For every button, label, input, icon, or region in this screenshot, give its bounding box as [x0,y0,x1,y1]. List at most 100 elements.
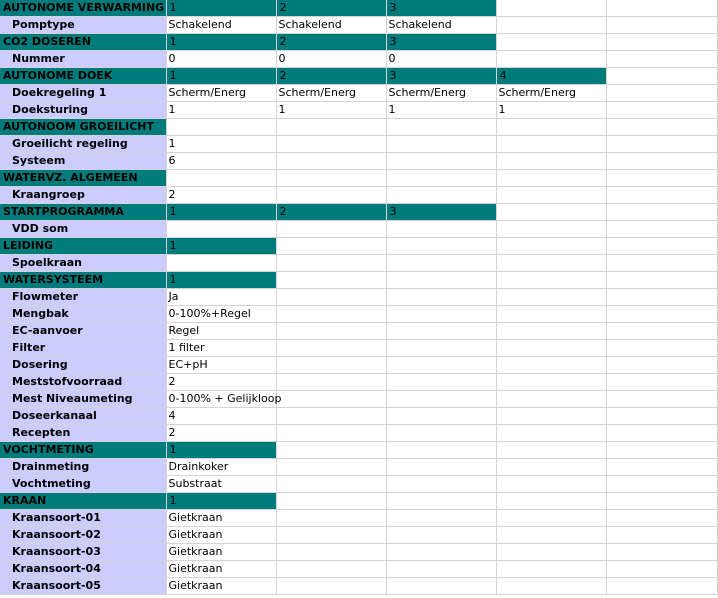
row-label[interactable]: Dosering [0,356,167,374]
empty-cell[interactable] [496,118,607,136]
empty-cell[interactable] [386,186,497,204]
empty-cell[interactable] [276,509,387,527]
empty-cell[interactable] [386,441,497,459]
section-index-cell[interactable]: 2 [276,67,387,85]
row-label[interactable]: EC-aanvoer [0,322,167,340]
empty-cell[interactable] [496,458,607,476]
empty-cell[interactable] [496,560,607,578]
value-cell[interactable]: 1 filter [166,339,277,357]
empty-cell[interactable] [276,458,387,476]
section-title[interactable]: STARTPROGRAMMA [0,203,167,221]
empty-cell[interactable] [606,186,718,204]
value-cell[interactable]: EC+pH [166,356,277,374]
empty-cell[interactable] [276,543,387,561]
empty-cell[interactable] [386,560,497,578]
value-cell[interactable]: 1 [166,135,277,153]
row-label[interactable]: Mest Niveaumeting [0,390,167,408]
row-label[interactable]: Filter [0,339,167,357]
empty-cell[interactable] [606,101,718,119]
empty-cell[interactable] [496,186,607,204]
empty-cell[interactable] [606,67,718,85]
empty-cell[interactable] [606,271,718,289]
empty-cell[interactable] [606,305,718,323]
row-label[interactable]: Doseerkanaal [0,407,167,425]
value-cell[interactable]: 1 [166,101,277,119]
empty-cell[interactable] [386,152,497,170]
empty-cell[interactable] [276,288,387,306]
empty-cell[interactable] [276,339,387,357]
empty-cell[interactable] [496,33,607,51]
empty-cell[interactable] [386,169,497,187]
value-cell[interactable]: 4 [166,407,277,425]
row-label[interactable]: Spoelkraan [0,254,167,272]
empty-cell[interactable] [496,526,607,544]
section-title[interactable]: LEIDING [0,237,167,255]
empty-cell[interactable] [496,305,607,323]
row-label[interactable]: Mengbak [0,305,167,323]
empty-cell[interactable] [386,492,497,510]
empty-cell[interactable] [276,186,387,204]
empty-cell[interactable] [606,322,718,340]
empty-cell[interactable] [166,118,277,136]
empty-cell[interactable] [386,220,497,238]
empty-cell[interactable] [606,220,718,238]
empty-cell[interactable] [276,152,387,170]
empty-cell[interactable] [606,543,718,561]
empty-cell[interactable] [276,118,387,136]
empty-cell[interactable] [276,424,387,442]
value-cell[interactable]: 0-100%+Regel [166,305,277,323]
empty-cell[interactable] [606,50,718,68]
value-cell[interactable]: 2 [166,186,277,204]
value-cell[interactable]: Ja [166,288,277,306]
empty-cell[interactable] [496,16,607,34]
empty-cell[interactable] [276,305,387,323]
empty-cell[interactable] [606,458,718,476]
empty-cell[interactable] [496,288,607,306]
empty-cell[interactable] [496,220,607,238]
section-title[interactable]: AUTONOME DOEK [0,67,167,85]
empty-cell[interactable] [386,322,497,340]
row-label[interactable]: Nummer [0,50,167,68]
row-label[interactable]: Kraansoort-04 [0,560,167,578]
empty-cell[interactable] [276,560,387,578]
empty-cell[interactable] [386,237,497,255]
section-index-cell[interactable]: 4 [496,67,607,85]
empty-cell[interactable] [276,441,387,459]
empty-cell[interactable] [386,509,497,527]
value-cell[interactable]: Schakelend [166,16,277,34]
empty-cell[interactable] [606,169,718,187]
section-index-cell[interactable]: 1 [166,492,277,510]
empty-cell[interactable] [496,152,607,170]
empty-cell[interactable] [496,424,607,442]
empty-cell[interactable] [276,169,387,187]
section-index-cell[interactable]: 1 [166,271,277,289]
section-index-cell[interactable]: 3 [386,67,497,85]
empty-cell[interactable] [386,526,497,544]
value-cell[interactable]: Gietkraan [166,543,277,561]
value-cell[interactable]: Gietkraan [166,560,277,578]
value-cell[interactable]: 0 [166,50,277,68]
empty-cell[interactable] [386,373,497,391]
section-title[interactable]: CO2 DOSEREN [0,33,167,51]
row-label[interactable]: Meststofvoorraad [0,373,167,391]
row-label[interactable]: Pomptype [0,16,167,34]
value-cell[interactable]: Substraat [166,475,277,493]
value-cell[interactable]: Gietkraan [166,509,277,527]
empty-cell[interactable] [276,526,387,544]
empty-cell[interactable] [606,33,718,51]
empty-cell[interactable] [386,577,497,595]
empty-cell[interactable] [496,356,607,374]
empty-cell[interactable] [276,356,387,374]
row-label[interactable]: Flowmeter [0,288,167,306]
empty-cell[interactable] [496,492,607,510]
section-index-cell[interactable]: 1 [166,237,277,255]
empty-cell[interactable] [166,169,277,187]
empty-cell[interactable] [606,560,718,578]
empty-cell[interactable] [496,237,607,255]
empty-cell[interactable] [606,526,718,544]
empty-cell[interactable] [276,492,387,510]
empty-cell[interactable] [606,237,718,255]
row-label[interactable]: Kraansoort-05 [0,577,167,595]
empty-cell[interactable] [276,577,387,595]
empty-cell[interactable] [386,356,497,374]
